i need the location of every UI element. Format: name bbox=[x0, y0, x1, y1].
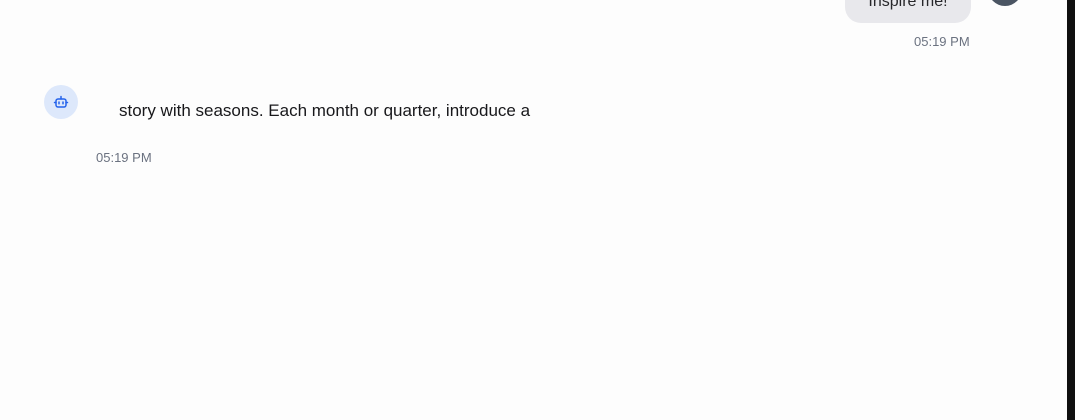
robot-icon bbox=[53, 95, 69, 108]
chat-message-list: Inspire me! 05:19 PM story with seasons.… bbox=[0, 0, 1067, 420]
assistant-avatar bbox=[44, 85, 78, 119]
assistant-message-text: story with seasons. Each month or quarte… bbox=[119, 101, 531, 120]
user-message-text: Inspire me! bbox=[868, 0, 948, 10]
user-message-timestamp: 05:19 PM bbox=[914, 34, 970, 49]
user-avatar bbox=[988, 0, 1022, 6]
window-edge bbox=[1067, 0, 1075, 420]
user-message-bubble: Inspire me! bbox=[845, 0, 971, 23]
assistant-message-timestamp: 05:19 PM bbox=[96, 150, 152, 165]
